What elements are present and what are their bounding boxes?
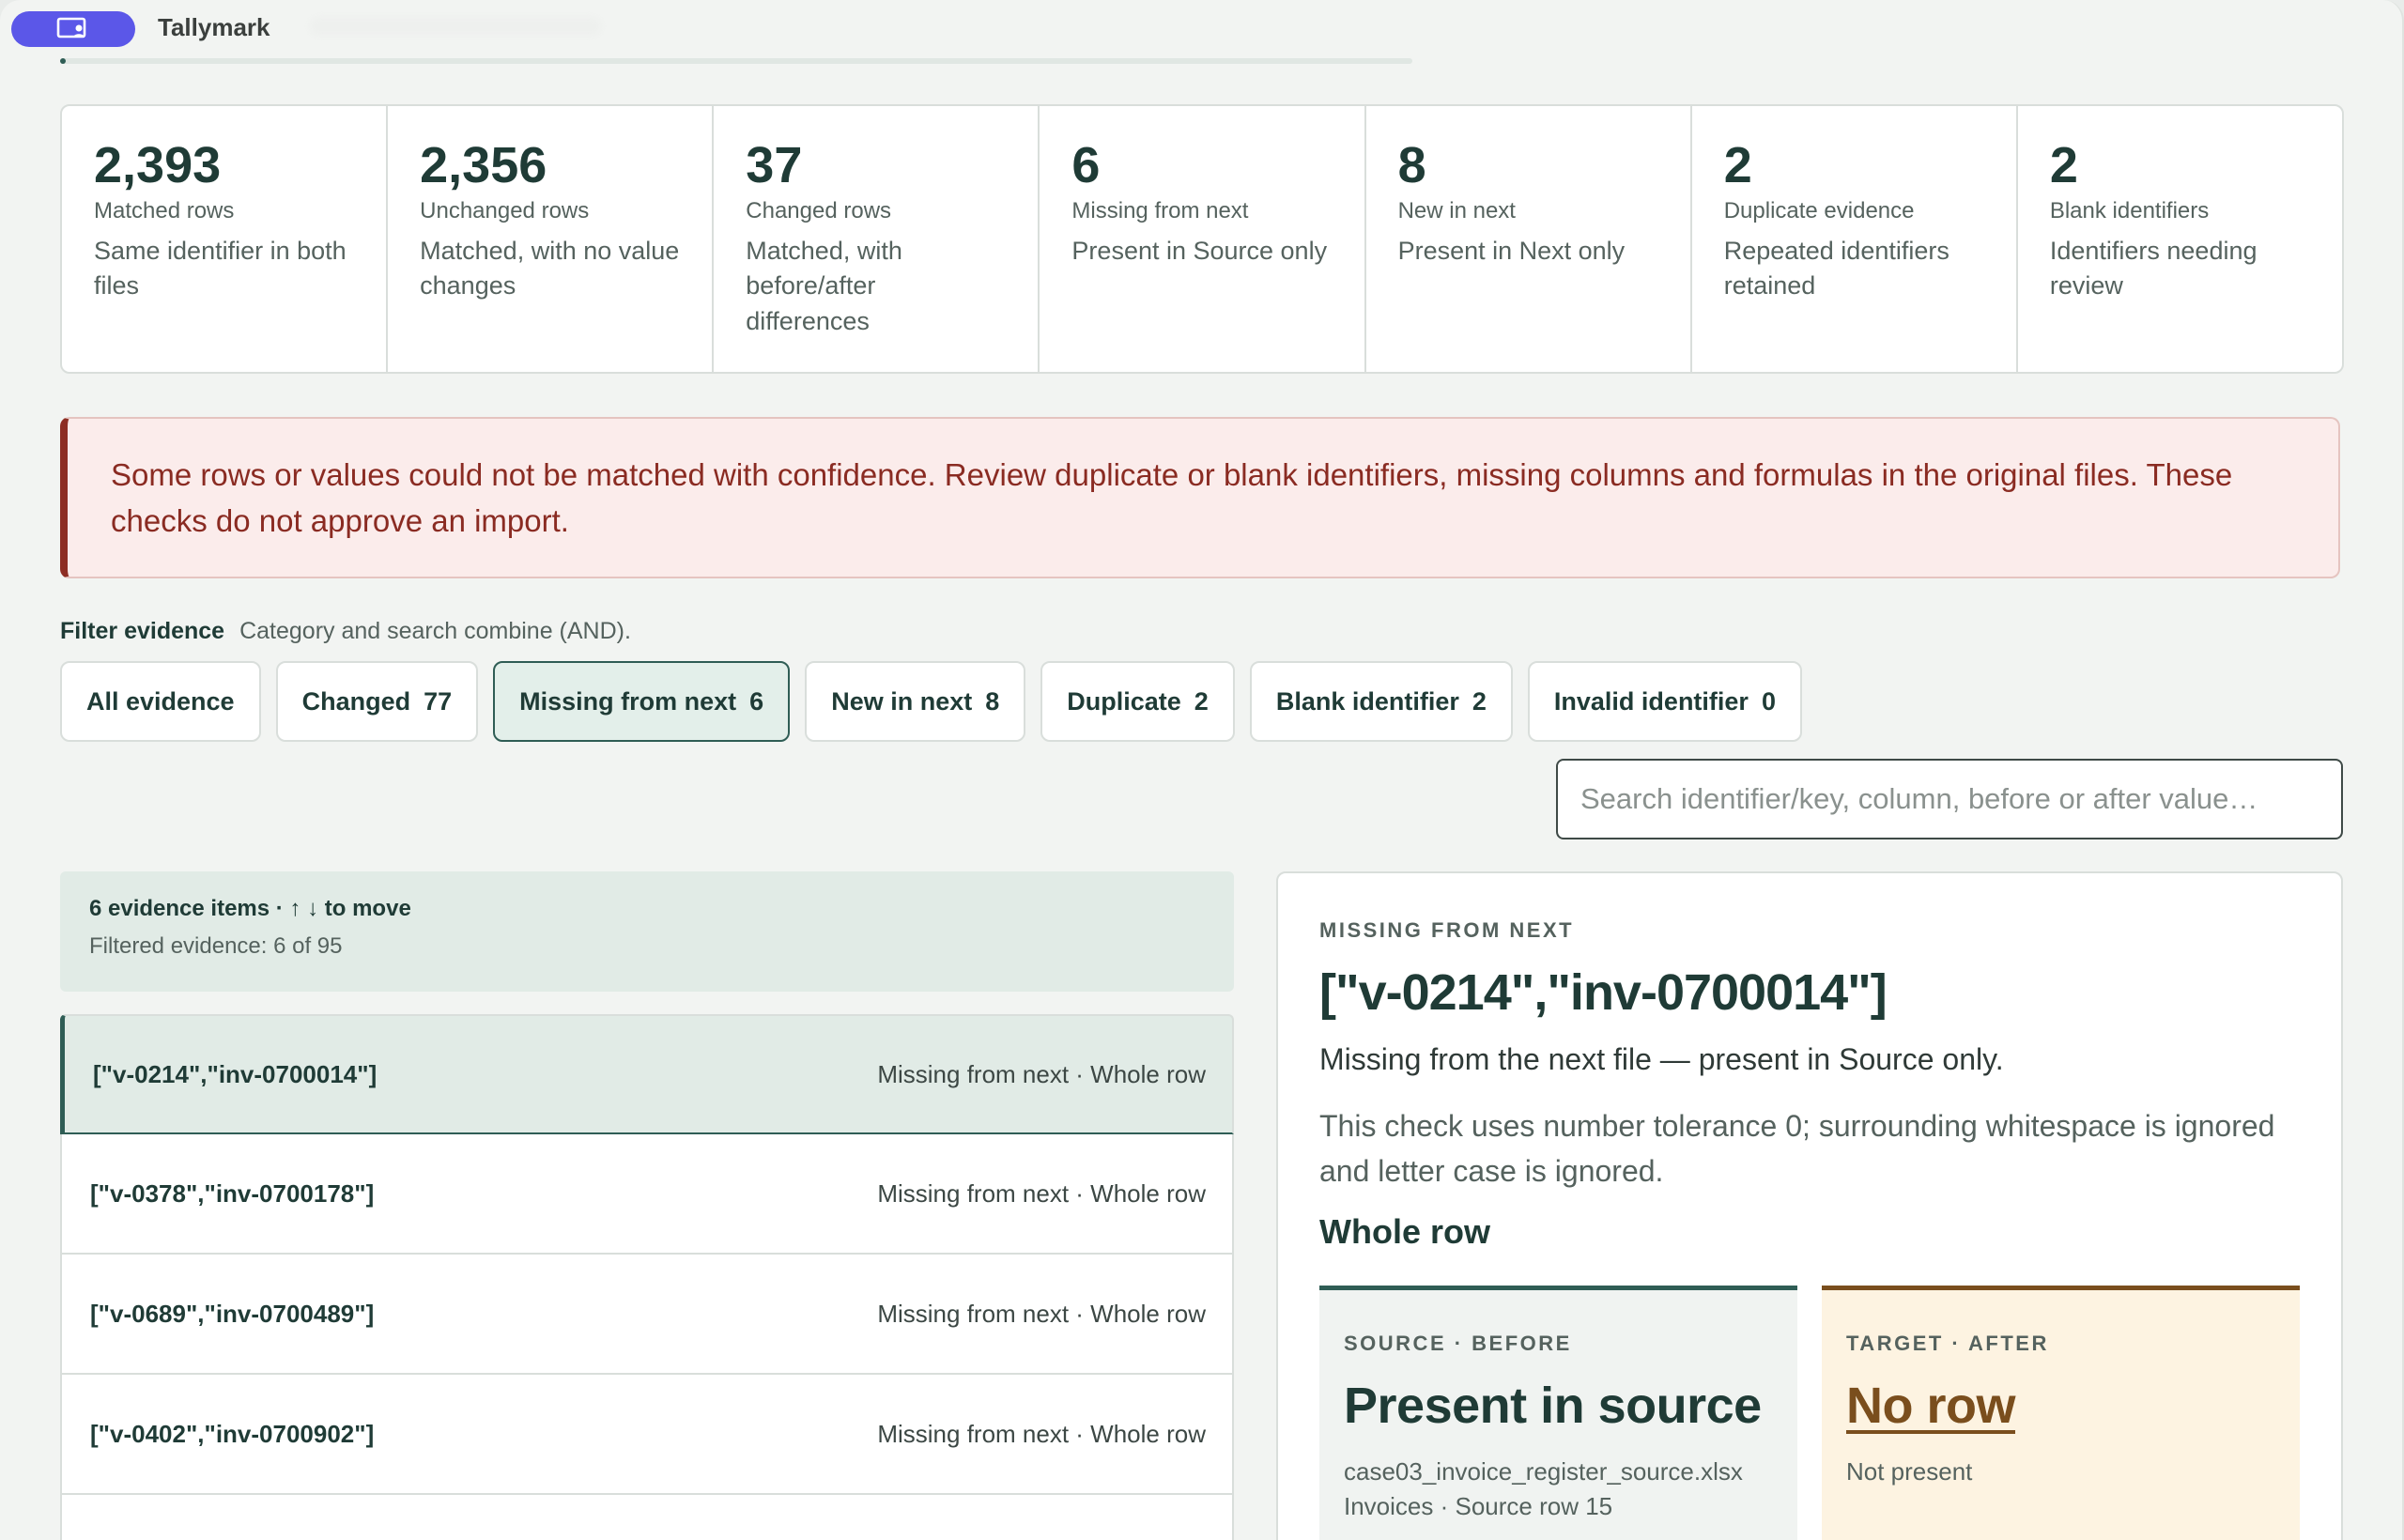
stat-description: Matched, with before/after differences	[746, 237, 902, 335]
evidence-identifier: ["v-0214","inv-0700014"]	[93, 1059, 378, 1088]
evidence-detail-panel: MISSING FROM NEXT ["v-0214","inv-0700014…	[1276, 871, 2343, 1540]
detail-summary: Missing from the next file — present in …	[1319, 1042, 2004, 1076]
detail-identifier: ["v-0214","inv-0700014"]	[1319, 964, 1888, 1021]
stat-value: 2	[1723, 137, 1752, 193]
evidence-meta: Missing from next · Whole row	[877, 1178, 1206, 1208]
chip-label: New in next	[831, 686, 973, 716]
stat-duplicate-evidence: 2 Duplicate evidence Repeated identifier…	[1692, 106, 2018, 372]
confidence-warning: Some rows or values could not be matched…	[60, 417, 2340, 578]
filter-hint: Category and search combine (AND).	[239, 618, 631, 644]
source-before-card: SOURCE · BEFORE Present in source case03…	[1319, 1286, 1797, 1540]
evidence-row[interactable]: ["v-0214","inv-0700014"] Missing from ne…	[60, 1014, 1234, 1134]
progress-bar	[60, 58, 1412, 64]
stat-label: Matched rows	[94, 198, 235, 224]
stat-description: Present in Source only	[1071, 237, 1328, 266]
title-bar: Tallymark	[0, 0, 2402, 58]
stat-description: Present in Next only	[1397, 237, 1626, 266]
app-window: Tallymark 2,393 Matched rows Same identi…	[0, 0, 2404, 1540]
stat-description: Identifiers needing review	[2049, 237, 2258, 300]
chip-label: Invalid identifier	[1553, 686, 1749, 716]
filtered-count: Filtered evidence: 6 of 95	[89, 933, 343, 959]
chip-label: All evidence	[86, 686, 235, 716]
stat-value: 2	[2049, 137, 2078, 193]
stat-label: Blank identifiers	[2049, 198, 2210, 224]
screen-user-icon	[56, 17, 86, 38]
stat-changed-rows: 37 Changed rows Matched, with before/aft…	[714, 106, 1040, 372]
filter-header: Filter evidence Category and search combi…	[60, 618, 631, 645]
chip-count: 6	[749, 686, 764, 716]
detail-category: MISSING FROM NEXT	[1319, 918, 1575, 942]
chip-label: Changed	[301, 686, 411, 716]
filter-chip-missing-from-next[interactable]: Missing from next 6	[493, 661, 791, 742]
evidence-row[interactable]: ["v-0402","inv-0700902"] Missing from ne…	[60, 1375, 1234, 1495]
stat-value: 8	[1397, 137, 1426, 193]
source-location: Invoices · Source row 15	[1344, 1492, 1613, 1520]
stat-new-in-next: 8 New in next Present in Next only	[1366, 106, 1692, 372]
stat-label: New in next	[1397, 198, 1516, 224]
source-file: case03_invoice_register_source.xlsx	[1344, 1457, 1743, 1486]
app-title: Tallymark	[158, 13, 270, 41]
evidence-identifier: ["v-0402","inv-0700902"]	[90, 1419, 375, 1448]
before-after-comparison: SOURCE · BEFORE Present in source case03…	[1319, 1286, 2300, 1540]
summary-stats: 2,393 Matched rows Same identifier in bo…	[60, 104, 2344, 374]
stat-label: Unchanged rows	[420, 198, 590, 224]
chip-count: 0	[1761, 686, 1776, 716]
evidence-search-input[interactable]	[1556, 759, 2343, 839]
target-after-card: TARGET · AFTER No row Not present	[1822, 1286, 2300, 1540]
filter-chip-blank-identifier[interactable]: Blank identifier 2	[1249, 661, 1513, 742]
filter-chip-duplicate[interactable]: Duplicate 2	[1040, 661, 1235, 742]
evidence-count: 6 evidence items · ↑ ↓ to move	[89, 896, 411, 921]
evidence-identifier: ["v-0378","inv-0700178"]	[90, 1178, 375, 1208]
evidence-row[interactable]	[60, 1495, 1234, 1540]
detail-scope: Whole row	[1319, 1212, 1490, 1251]
filter-chip-all-evidence[interactable]: All evidence	[60, 661, 261, 742]
source-value: Present in source	[1344, 1378, 1762, 1434]
target-value: No row	[1846, 1378, 2016, 1434]
chip-count: 2	[1194, 686, 1209, 716]
filter-chip-changed[interactable]: Changed 77	[275, 661, 479, 742]
detail-matching-note: This check uses number tolerance 0; surr…	[1319, 1109, 2275, 1188]
progress-fill	[60, 58, 66, 64]
evidence-identifier: ["v-0689","inv-0700489"]	[90, 1299, 375, 1328]
stat-label: Missing from next	[1071, 198, 1249, 224]
stat-blank-identifiers: 2 Blank identifiers Identifiers needing …	[2018, 106, 2342, 372]
chip-count: 77	[424, 686, 453, 716]
chip-label: Missing from next	[519, 686, 737, 716]
evidence-meta: Missing from next · Whole row	[877, 1299, 1206, 1328]
evidence-list: ["v-0214","inv-0700014"] Missing from ne…	[60, 1014, 1234, 1540]
stat-label: Changed rows	[746, 198, 892, 224]
chip-label: Duplicate	[1067, 686, 1181, 716]
filter-title: Filter evidence	[60, 618, 225, 644]
stat-value: 2,393	[94, 137, 222, 193]
stat-value: 6	[1071, 137, 1101, 193]
stat-description: Same identifier in both files	[94, 237, 347, 300]
target-note: Not present	[1846, 1457, 1973, 1486]
evidence-row[interactable]: ["v-0378","inv-0700178"] Missing from ne…	[60, 1134, 1234, 1255]
stat-unchanged-rows: 2,356 Unchanged rows Matched, with no va…	[388, 106, 715, 372]
evidence-meta: Missing from next · Whole row	[877, 1059, 1206, 1088]
chip-label: Blank identifier	[1275, 686, 1459, 716]
evidence-meta: Missing from next · Whole row	[877, 1419, 1206, 1448]
target-label: TARGET · AFTER	[1846, 1332, 2049, 1355]
filter-chips: All evidence Changed 77 Missing from next…	[60, 661, 1802, 742]
stat-value: 37	[746, 137, 803, 193]
stat-matched-rows: 2,393 Matched rows Same identifier in bo…	[62, 106, 389, 372]
stat-description: Matched, with no value changes	[420, 237, 680, 300]
stat-description: Repeated identifiers retained	[1723, 237, 1949, 300]
evidence-list-header: 6 evidence items · ↑ ↓ to move Filtered …	[60, 871, 1234, 992]
app-switcher-button[interactable]	[11, 11, 135, 47]
filter-chip-new-in-next[interactable]: New in next 8	[805, 661, 1026, 742]
stat-label: Duplicate evidence	[1723, 198, 1915, 224]
evidence-row[interactable]: ["v-0689","inv-0700489"] Missing from ne…	[60, 1255, 1234, 1375]
chip-count: 8	[985, 686, 1000, 716]
stat-missing-from-next: 6 Missing from next Present in Source on…	[1040, 106, 1366, 372]
blurred-tab-strip	[310, 17, 601, 36]
source-label: SOURCE · BEFORE	[1344, 1332, 1572, 1355]
chip-count: 2	[1472, 686, 1487, 716]
filter-chip-invalid-identifier[interactable]: Invalid identifier 0	[1527, 661, 1802, 742]
stat-value: 2,356	[420, 137, 547, 193]
